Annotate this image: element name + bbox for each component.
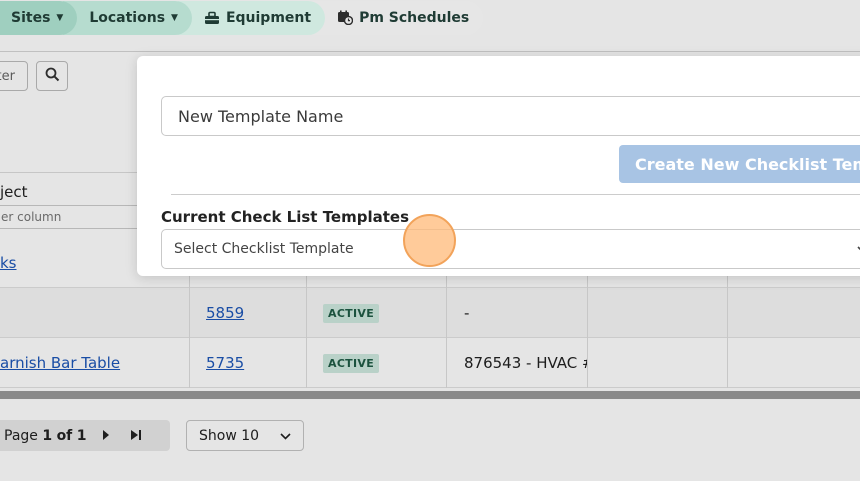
chevron-down-icon: ▼: [171, 12, 178, 23]
breadcrumb-locations-label: Locations: [89, 9, 166, 26]
checklist-template-select[interactable]: Select Checklist Template: [161, 229, 860, 269]
new-template-name-input[interactable]: [161, 96, 860, 136]
click-indicator: [403, 214, 456, 267]
current-templates-label: Current Check List Templates: [161, 208, 410, 226]
chevron-down-icon: ▼: [56, 12, 64, 23]
breadcrumb-sites-label: Sites: [11, 9, 51, 26]
checklist-template-modal: Create New Checklist Template Current Ch…: [137, 56, 860, 276]
breadcrumb-equipment[interactable]: Equipment: [177, 0, 326, 35]
modal-divider: [171, 194, 860, 195]
breadcrumb-equipment-label: Equipment: [225, 9, 312, 26]
calendar-clock-icon: [337, 10, 354, 25]
create-checklist-template-button[interactable]: Create New Checklist Template: [619, 145, 860, 183]
breadcrumb: Sites ▼ Locations ▼ Equipment Pm Schedul…: [0, 0, 484, 35]
breadcrumb-sites[interactable]: Sites ▼: [0, 0, 78, 35]
breadcrumb-locations[interactable]: Locations ▼: [63, 0, 192, 35]
breadcrumb-pm-schedules[interactable]: Pm Schedules: [311, 0, 484, 35]
toolbox-icon: [204, 11, 220, 25]
breadcrumb-pm-schedules-label: Pm Schedules: [359, 9, 470, 26]
checklist-template-select-placeholder: Select Checklist Template: [174, 241, 354, 257]
